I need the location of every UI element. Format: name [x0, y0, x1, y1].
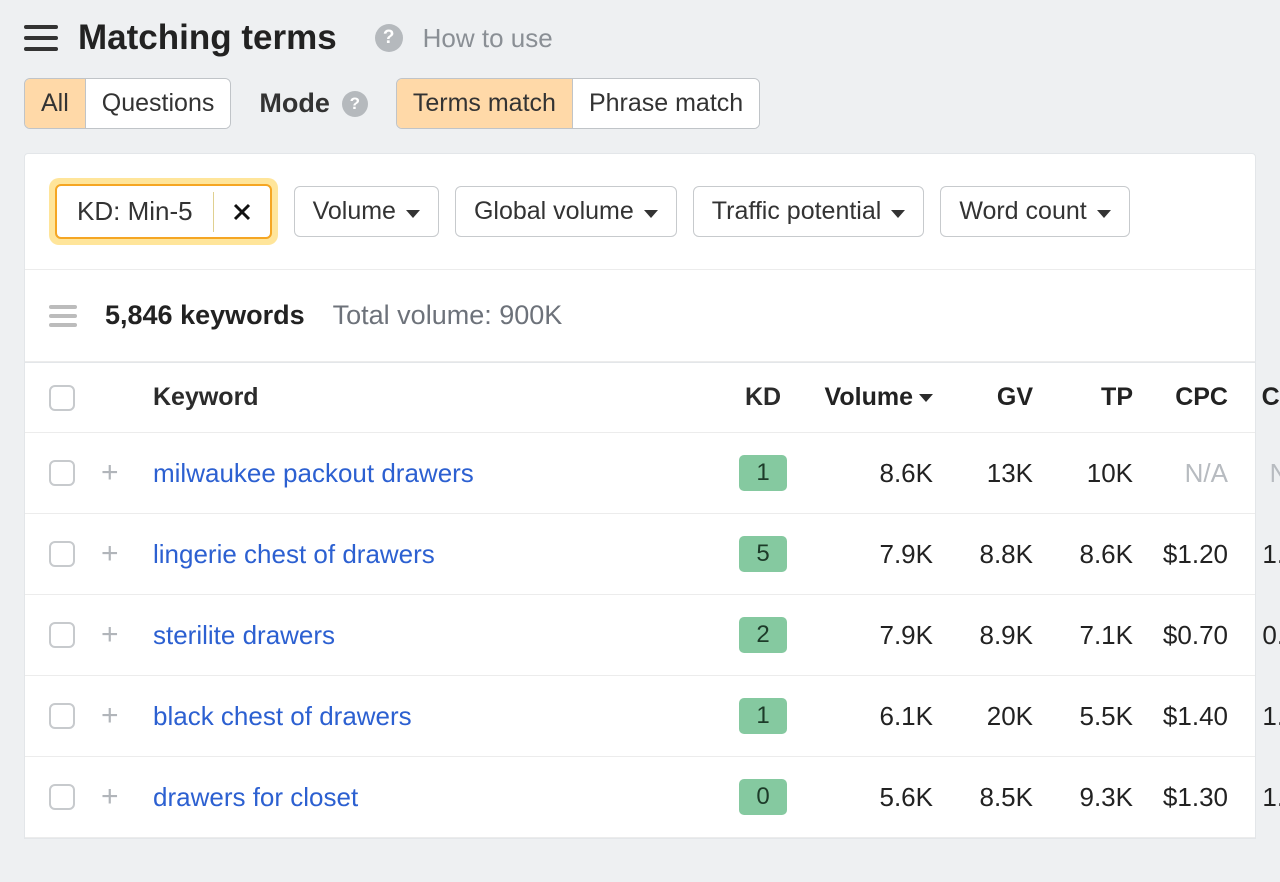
table-row: +drawers for closet05.6K8.5K9.3K$1.301.0…: [25, 757, 1255, 838]
cell-tp: 7.1K: [1033, 620, 1133, 651]
kd-badge: 2: [739, 617, 787, 653]
row-checkbox[interactable]: [49, 703, 75, 729]
cell-cpc: N/A: [1133, 458, 1228, 489]
results-panel: KD: Min-5 Volume Global volume Traffic p…: [24, 153, 1256, 839]
cell-cps: N/A: [1228, 458, 1280, 489]
keyword-link[interactable]: sterilite drawers: [153, 620, 723, 651]
kd-filter-remove[interactable]: [213, 192, 270, 232]
cell-volume: 5.6K: [803, 782, 933, 813]
chevron-down-icon: [1097, 210, 1111, 218]
keyword-count: 5,846 keywords: [105, 300, 305, 331]
expand-icon[interactable]: +: [101, 620, 153, 650]
tab-phrase-match[interactable]: Phrase match: [573, 79, 759, 128]
col-volume[interactable]: Volume: [803, 383, 933, 412]
keyword-link[interactable]: drawers for closet: [153, 782, 723, 813]
cell-gv: 13K: [933, 458, 1033, 489]
cell-tp: 8.6K: [1033, 539, 1133, 570]
row-checkbox[interactable]: [49, 541, 75, 567]
cell-cps: 1.09: [1228, 782, 1280, 813]
tab-terms-match[interactable]: Terms match: [397, 79, 573, 128]
table-row: +black chest of drawers 1 6.1K20K5.5K$1.40…: [25, 676, 1255, 757]
cell-cpc: $1.40: [1133, 701, 1228, 732]
keywords-table: Keyword KD Volume GV TP CPC CPS +milwauk…: [25, 361, 1255, 838]
expand-icon[interactable]: +: [101, 458, 153, 488]
cell-gv: 8.8K: [933, 539, 1033, 570]
cell-gv: 8.9K: [933, 620, 1033, 651]
mode-label: Mode ?: [259, 88, 368, 119]
col-cpc[interactable]: CPC: [1133, 383, 1228, 412]
keyword-link[interactable]: lingerie chest of drawers: [153, 539, 723, 570]
cell-tp: 5.5K: [1033, 701, 1133, 732]
col-cps[interactable]: CPS: [1228, 383, 1280, 412]
page-title: Matching terms: [78, 18, 337, 58]
cell-volume: 7.9K: [803, 620, 933, 651]
global-volume-filter[interactable]: Global volume: [455, 186, 677, 237]
menu-icon[interactable]: [24, 25, 58, 51]
cell-tp: 9.3K: [1033, 782, 1133, 813]
cell-gv: 8.5K: [933, 782, 1033, 813]
col-keyword[interactable]: Keyword: [153, 383, 723, 412]
row-checkbox[interactable]: [49, 784, 75, 810]
kd-badge: 1: [739, 455, 787, 491]
sort-desc-icon: [919, 394, 933, 402]
chevron-down-icon: [644, 210, 658, 218]
expand-icon[interactable]: +: [101, 782, 153, 812]
how-to-use-link[interactable]: How to use: [423, 23, 553, 54]
cell-volume: 8.6K: [803, 458, 933, 489]
cell-cpc: $1.30: [1133, 782, 1228, 813]
expand-icon[interactable]: +: [101, 539, 153, 569]
cell-cps: 0.99: [1228, 620, 1280, 651]
kd-filter-label: KD: Min-5: [57, 186, 213, 237]
traffic-potential-filter[interactable]: Traffic potential: [693, 186, 925, 237]
row-checkbox[interactable]: [49, 460, 75, 486]
table-row: +sterilite drawers27.9K8.9K7.1K$0.700.99: [25, 595, 1255, 676]
totals-row: 5,846 keywords Total volume: 900K: [25, 269, 1255, 361]
list-icon[interactable]: [49, 305, 77, 327]
word-count-filter[interactable]: Word count: [940, 186, 1129, 237]
filters-row: KD: Min-5 Volume Global volume Traffic p…: [25, 154, 1255, 269]
kd-badge: 0: [739, 779, 787, 815]
table-row: +lingerie chest of drawers 5 7.9K8.8K8.6K$…: [25, 514, 1255, 595]
kd-badge: 1: [739, 698, 787, 734]
cell-cps: 1.15: [1228, 701, 1280, 732]
mode-tab-group: Terms match Phrase match: [396, 78, 760, 129]
col-kd[interactable]: KD: [723, 383, 803, 412]
cell-cps: 1.33: [1228, 539, 1280, 570]
keyword-link[interactable]: black chest of drawers: [153, 701, 723, 732]
kd-filter-chip[interactable]: KD: Min-5: [55, 184, 272, 239]
cell-cpc: $0.70: [1133, 620, 1228, 651]
kd-badge: 5: [739, 536, 787, 572]
keyword-link[interactable]: milwaukee packout drawers: [153, 458, 723, 489]
table-row: +milwaukee packout drawers 1 8.6K13K10KN/A…: [25, 433, 1255, 514]
cell-tp: 10K: [1033, 458, 1133, 489]
chevron-down-icon: [406, 210, 420, 218]
volume-filter[interactable]: Volume: [294, 186, 439, 237]
expand-icon[interactable]: +: [101, 701, 153, 731]
help-icon[interactable]: ?: [375, 24, 403, 52]
select-all-checkbox[interactable]: [49, 385, 75, 411]
tab-questions[interactable]: Questions: [86, 79, 231, 128]
col-gv[interactable]: GV: [933, 383, 1033, 412]
tab-all[interactable]: All: [25, 79, 86, 128]
cell-cpc: $1.20: [1133, 539, 1228, 570]
filter-tab-group: All Questions: [24, 78, 231, 129]
table-header-row: Keyword KD Volume GV TP CPC CPS: [25, 362, 1255, 433]
row-checkbox[interactable]: [49, 622, 75, 648]
chevron-down-icon: [891, 210, 905, 218]
col-tp[interactable]: TP: [1033, 383, 1133, 412]
kd-filter-highlight: KD: Min-5: [49, 178, 278, 245]
cell-gv: 20K: [933, 701, 1033, 732]
help-icon[interactable]: ?: [342, 91, 368, 117]
total-volume: Total volume: 900K: [333, 300, 563, 331]
cell-volume: 6.1K: [803, 701, 933, 732]
cell-volume: 7.9K: [803, 539, 933, 570]
